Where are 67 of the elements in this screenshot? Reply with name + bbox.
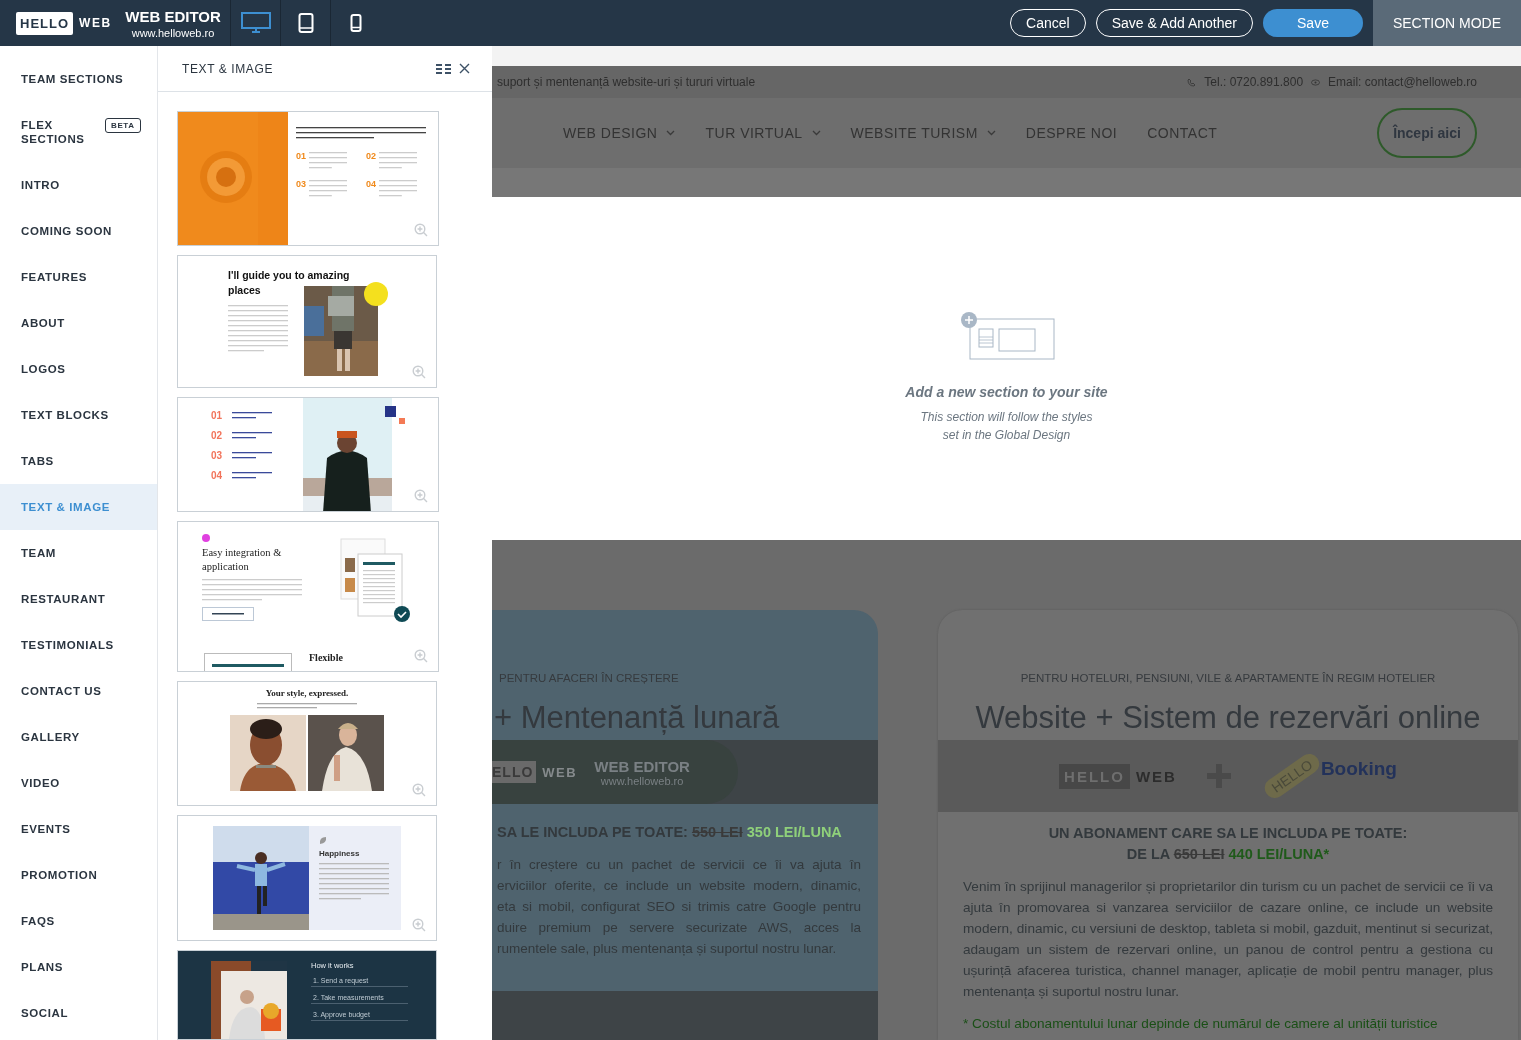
placeholder-text-drawing (232, 450, 273, 461)
placeholder-text-drawing (309, 151, 347, 171)
booking-logo: Booking (1320, 758, 1397, 780)
tablet-icon (297, 13, 314, 33)
card-title: Website + Sistem de rezervări online (975, 700, 1481, 737)
logo-web: WEB (542, 764, 579, 780)
step-number: 03 (211, 450, 223, 461)
monitor-icon (240, 12, 271, 34)
step-number: 03 (296, 179, 306, 191)
step-number: 04 (211, 470, 223, 481)
template-thumbnail[interactable]: Easy integration & application Flexible (177, 521, 439, 672)
logo-web: WEB (79, 16, 112, 30)
add-section-icon[interactable] (958, 312, 1055, 360)
new-section-title: Add a new section to your site (905, 384, 1108, 400)
sidebar-item-label: FLEX SECTIONS (21, 118, 85, 146)
price-prefix: DE LA (1126, 846, 1170, 862)
placeholder-text-drawing (232, 430, 273, 441)
placeholder-text-drawing (379, 151, 417, 171)
phone-icon (1187, 77, 1197, 87)
editor-title: WEB EDITOR (594, 757, 690, 775)
offer-label: UN ABONAMENT CARE SA LE INCLUDA PE TOATE: (1048, 825, 1408, 841)
zoom-in-icon[interactable] (412, 918, 426, 932)
placeholder-text-drawing (319, 862, 389, 902)
section-mode-button[interactable]: SECTION MODE (1373, 0, 1521, 46)
template-thumbnail[interactable]: Happiness (177, 815, 437, 941)
editor-url: www.helloweb.ro (131, 26, 215, 39)
template-subheading: Flexible (309, 652, 343, 663)
leaf-icon (319, 836, 327, 845)
zoom-in-icon[interactable] (412, 783, 426, 797)
step-number: 04 (366, 179, 376, 191)
phone-icon (349, 14, 362, 32)
step-number: 01 (211, 410, 223, 421)
new-section-hint: This section will follow the styles (920, 409, 1093, 426)
step-number: 02 (366, 151, 376, 163)
card-footnote: * Costul abonamentului lunar depinde de numărul de camere al unității turistice (963, 1016, 1438, 1031)
eye-icon (1311, 78, 1321, 86)
placeholder-text-drawing (232, 410, 273, 421)
step-number: 01 (296, 151, 306, 163)
zoom-in-icon[interactable] (412, 365, 426, 379)
dot-icon (202, 534, 210, 542)
logo-hello: HELLO (16, 11, 74, 35)
zoom-in-icon[interactable] (414, 223, 428, 237)
template-thumbnail[interactable]: Your style, expressed. (177, 681, 437, 806)
button-outline-icon (202, 607, 254, 621)
editor-title: WEB EDITOR (125, 7, 221, 25)
step-number: 02 (211, 430, 223, 441)
zoom-in-icon[interactable] (414, 489, 428, 503)
new-price: 440 LEI/LUNA* (1228, 846, 1330, 862)
sticker-icon (364, 282, 388, 306)
beta-badge: BETA (105, 118, 141, 133)
placeholder-text-drawing (309, 179, 347, 199)
list-view-icon[interactable] (436, 63, 451, 74)
placeholder-text-drawing (232, 470, 273, 481)
new-price: 350 LEI/LUNA (746, 824, 842, 840)
close-icon[interactable] (459, 63, 470, 74)
template-heading: Happiness (319, 849, 361, 858)
panel-title: TEXT & IMAGE (182, 61, 274, 76)
template-heading: Easy integration & application (202, 546, 283, 574)
new-section-hint: set in the Global Design (942, 427, 1071, 444)
placeholder-text-drawing (379, 179, 417, 199)
square-decoration-icon (385, 406, 405, 424)
placeholder-text-drawing (228, 304, 288, 354)
template-thumbnail[interactable]: I'll guide you to amazing places (177, 255, 437, 388)
zoom-in-icon[interactable] (414, 649, 428, 663)
template-heading: Your style, expressed. (265, 688, 349, 698)
editor-url: www.helloweb.ro (600, 774, 684, 787)
template-heading: I'll guide you to amazing places (228, 268, 351, 298)
